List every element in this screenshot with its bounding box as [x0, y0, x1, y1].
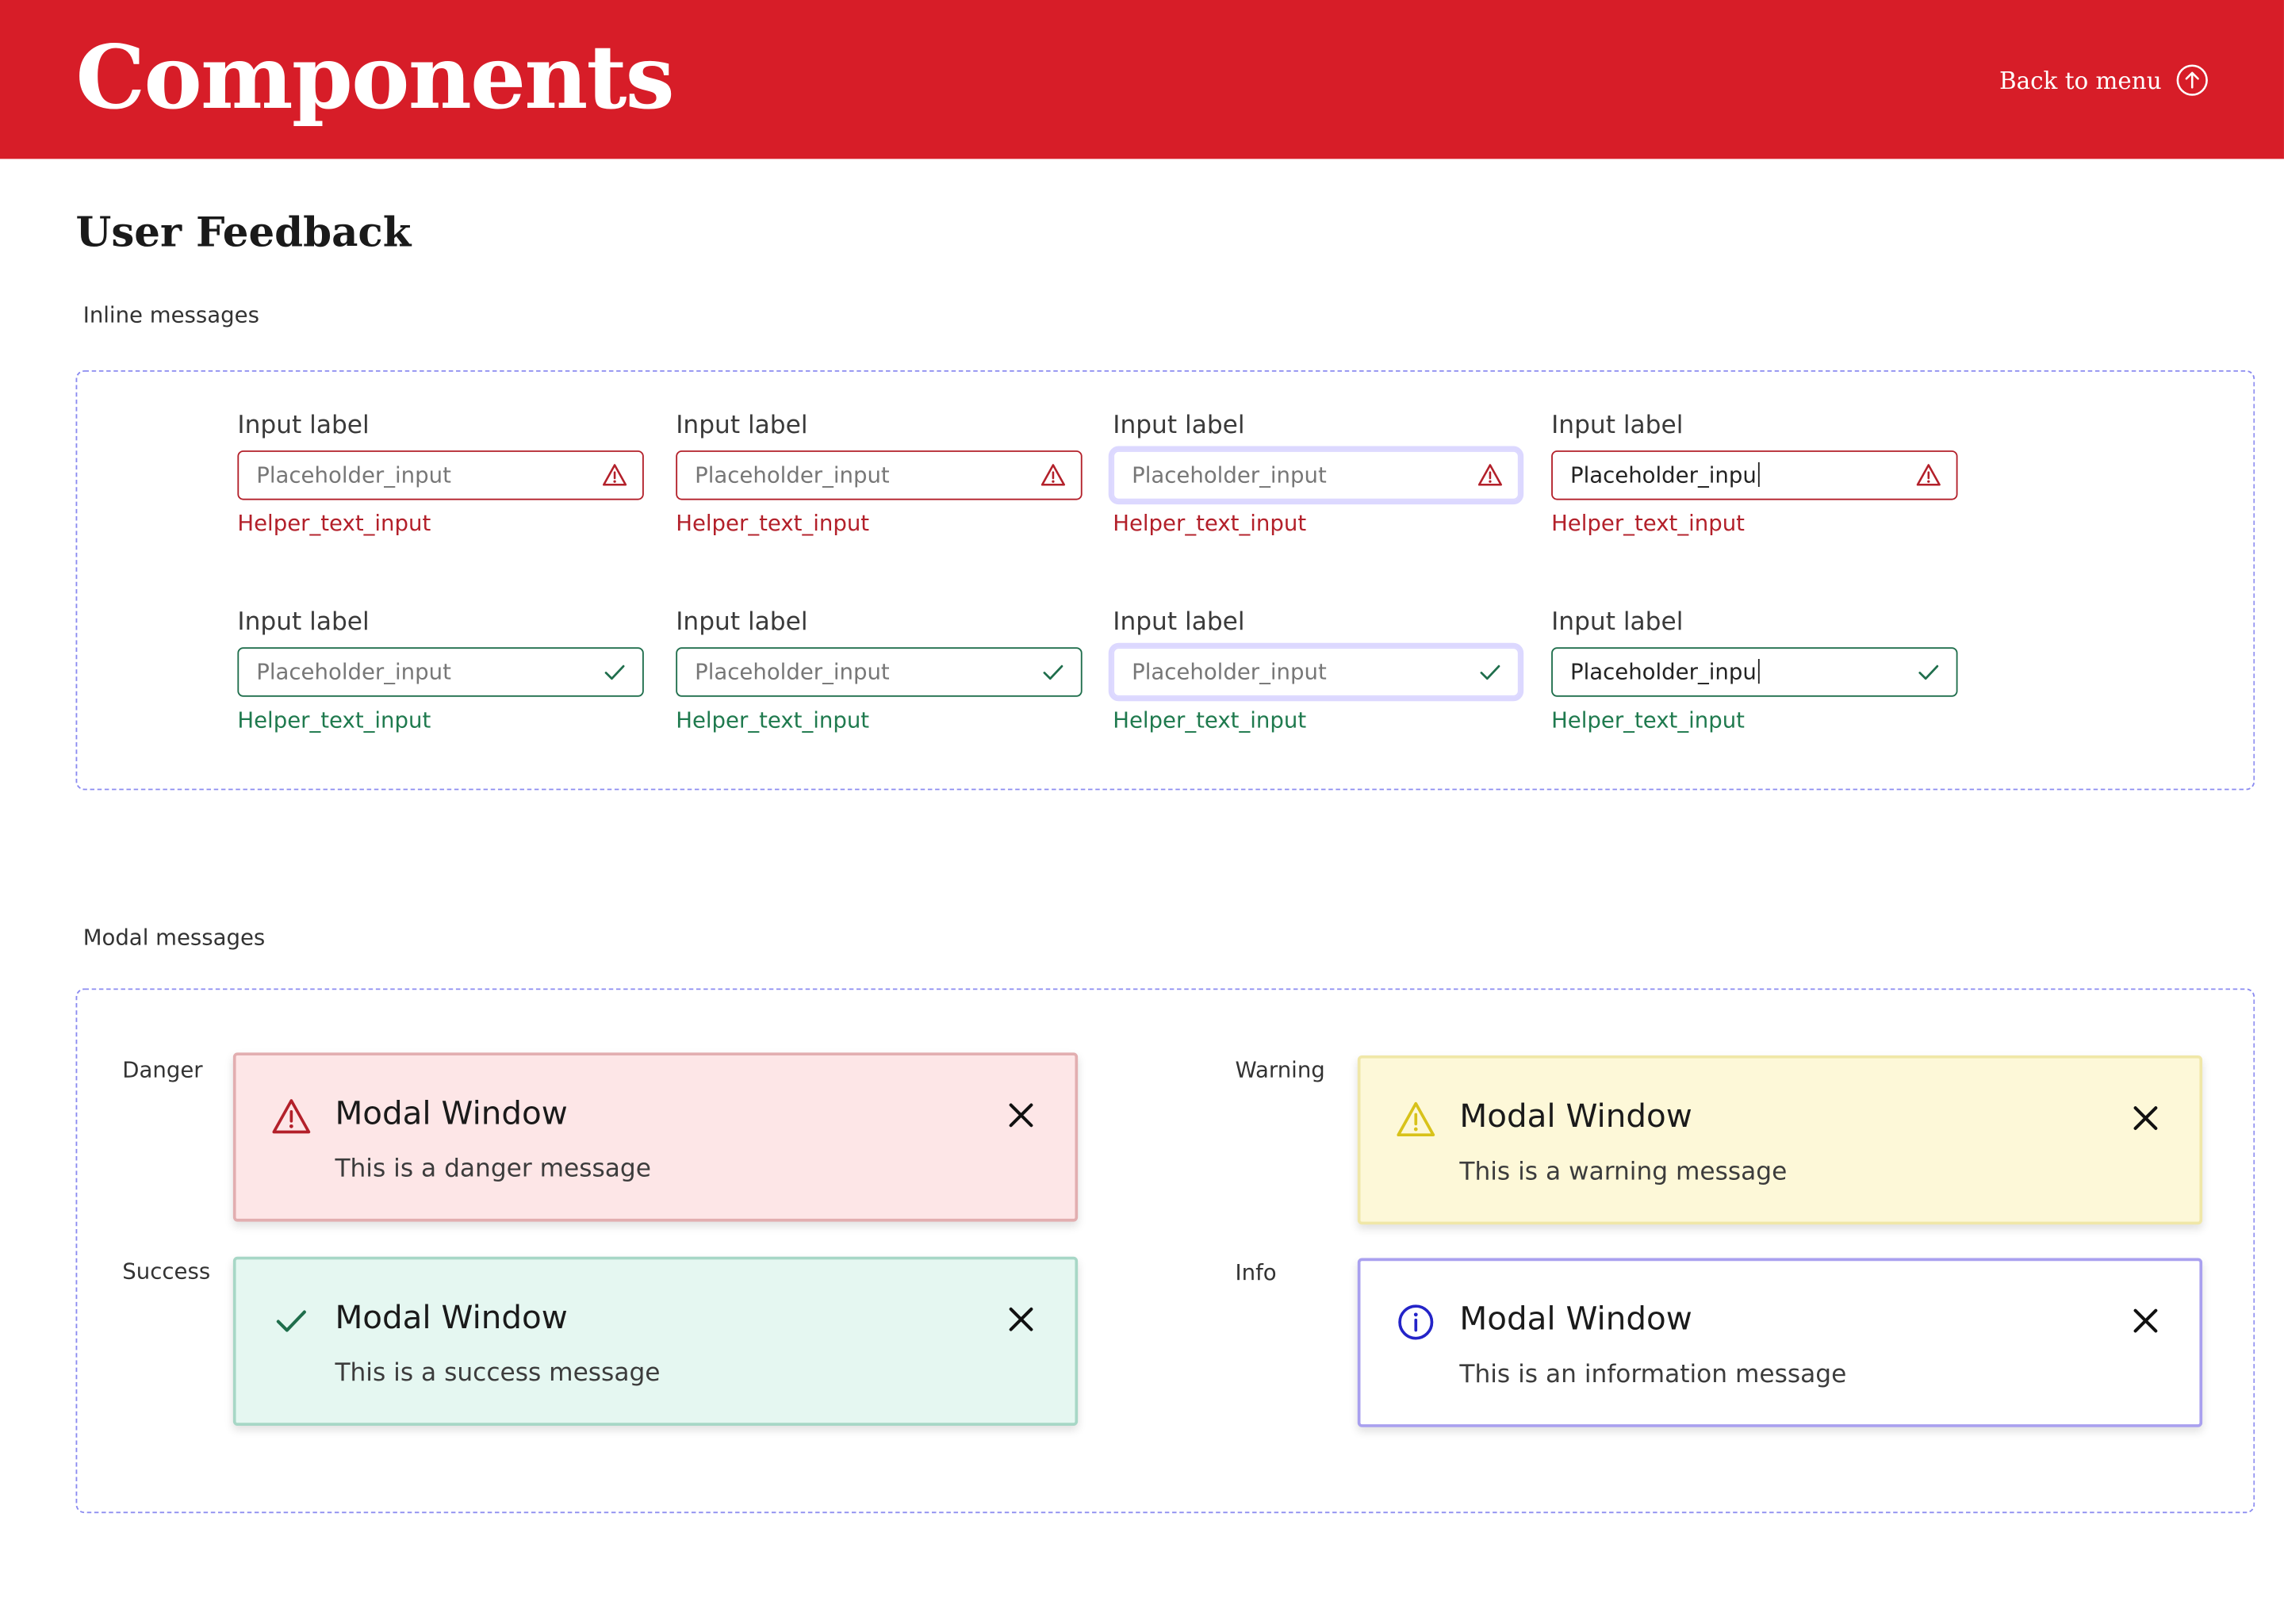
input-field-error-focused: Input label Placeholder_input Helper_tex… — [1108, 411, 1524, 538]
modal-tag-success: Success — [122, 1258, 211, 1285]
input-placeholder: Placeholder_input — [695, 462, 890, 488]
input-placeholder: Placeholder_input — [256, 658, 451, 686]
input-field-success: Input label Placeholder_input Helper_tex… — [237, 607, 644, 734]
helper-text: Helper_text_input — [1551, 510, 1745, 537]
text-input[interactable]: Placeholder_input — [1108, 642, 1524, 702]
warning-triangle-icon — [272, 1099, 311, 1134]
text-input[interactable]: Placeholder_input — [237, 450, 644, 500]
input-label: Input label — [237, 411, 370, 441]
warning-triangle-icon — [603, 464, 627, 486]
input-label: Input label — [1113, 607, 1245, 638]
modal-tag-info: Info — [1235, 1259, 1277, 1286]
checkmark-icon — [604, 665, 625, 680]
input-field-success-typing: Input label Placeholder_inpu Helper_text… — [1551, 607, 1958, 734]
back-to-menu-link[interactable]: Back to menu — [1999, 61, 2208, 99]
input-field-success-focused: Input label Placeholder_input Helper_tex… — [1108, 607, 1524, 734]
helper-text: Helper_text_input — [1113, 510, 1307, 537]
modal-messages-heading: Modal messages — [82, 924, 266, 951]
info-modal: Modal Window This is an information mess… — [1357, 1258, 2203, 1427]
input-field-error: Input label Placeholder_input Helper_tex… — [237, 411, 644, 538]
input-label: Input label — [1551, 607, 1684, 638]
warning-triangle-icon — [1397, 1101, 1435, 1137]
modal-message: This is an information message — [1459, 1360, 1847, 1389]
arrow-up-circle-icon — [2176, 64, 2208, 96]
checkmark-icon — [276, 1310, 306, 1332]
input-label: Input label — [237, 607, 370, 638]
modal-message: This is a warning message — [1459, 1157, 1788, 1187]
text-input[interactable]: Placeholder_input — [237, 647, 644, 697]
close-icon[interactable] — [1005, 1304, 1037, 1335]
input-placeholder: Placeholder_input — [256, 462, 451, 488]
modal-title: Modal Window — [335, 1300, 568, 1337]
page-header: Components Back to menu — [0, 0, 2284, 159]
helper-text: Helper_text_input — [237, 707, 431, 733]
checkmark-icon — [1043, 665, 1063, 680]
back-to-menu-label: Back to menu — [1998, 66, 2162, 94]
text-input[interactable]: Placeholder_input — [676, 450, 1083, 500]
input-field-error-typing: Input label Placeholder_inpu Helper_text… — [1551, 411, 1958, 538]
checkmark-icon — [1480, 665, 1500, 680]
success-modal: Modal Window This is a success message — [232, 1256, 1079, 1426]
text-input[interactable]: Placeholder_input — [676, 647, 1083, 697]
modal-title: Modal Window — [1459, 1301, 1692, 1339]
close-icon[interactable] — [2129, 1102, 2161, 1134]
helper-text: Helper_text_input — [676, 707, 870, 733]
input-value: Placeholder_inpu — [1569, 658, 1757, 686]
modal-tag-danger: Danger — [122, 1056, 203, 1083]
modal-title: Modal Window — [335, 1096, 568, 1133]
helper-text: Helper_text_input — [1113, 707, 1307, 733]
input-field-error: Input label Placeholder_input Helper_tex… — [676, 411, 1083, 538]
modal-tag-warning: Warning — [1235, 1056, 1325, 1083]
input-placeholder: Placeholder_input — [695, 658, 890, 686]
modal-title: Modal Window — [1459, 1099, 1692, 1136]
warning-triangle-icon — [1916, 464, 1941, 486]
modal-message: This is a success message — [335, 1358, 661, 1388]
modal-message: This is a danger message — [335, 1155, 651, 1184]
text-caret — [1757, 658, 1761, 684]
input-placeholder: Placeholder_input — [1132, 462, 1327, 488]
section-title: User Feedback — [75, 208, 412, 257]
input-label: Input label — [1551, 411, 1684, 441]
text-caret — [1757, 462, 1761, 488]
warning-modal: Modal Window This is a warning message — [1357, 1055, 2203, 1225]
page-title: Components — [75, 27, 675, 130]
input-label: Input label — [676, 607, 808, 638]
text-input[interactable]: Placeholder_inpu — [1551, 647, 1958, 697]
input-value: Placeholder_inpu — [1569, 462, 1757, 488]
text-input[interactable]: Placeholder_inpu — [1551, 450, 1958, 500]
warning-triangle-icon — [1477, 464, 1503, 486]
danger-modal: Modal Window This is a danger message — [232, 1052, 1079, 1222]
close-icon[interactable] — [2129, 1304, 2161, 1336]
warning-triangle-icon — [1040, 464, 1065, 486]
helper-text: Helper_text_input — [676, 510, 870, 537]
close-icon[interactable] — [1005, 1099, 1037, 1131]
helper-text: Helper_text_input — [237, 510, 431, 537]
input-label: Input label — [1113, 411, 1245, 441]
inline-messages-heading: Inline messages — [82, 301, 259, 328]
input-label: Input label — [676, 411, 808, 441]
checkmark-icon — [1918, 665, 1939, 680]
info-circle-icon — [1398, 1304, 1434, 1340]
input-placeholder: Placeholder_input — [1132, 658, 1327, 686]
input-field-success: Input label Placeholder_input Helper_tex… — [676, 607, 1083, 734]
helper-text: Helper_text_input — [1551, 707, 1745, 733]
text-input[interactable]: Placeholder_input — [1108, 446, 1524, 505]
